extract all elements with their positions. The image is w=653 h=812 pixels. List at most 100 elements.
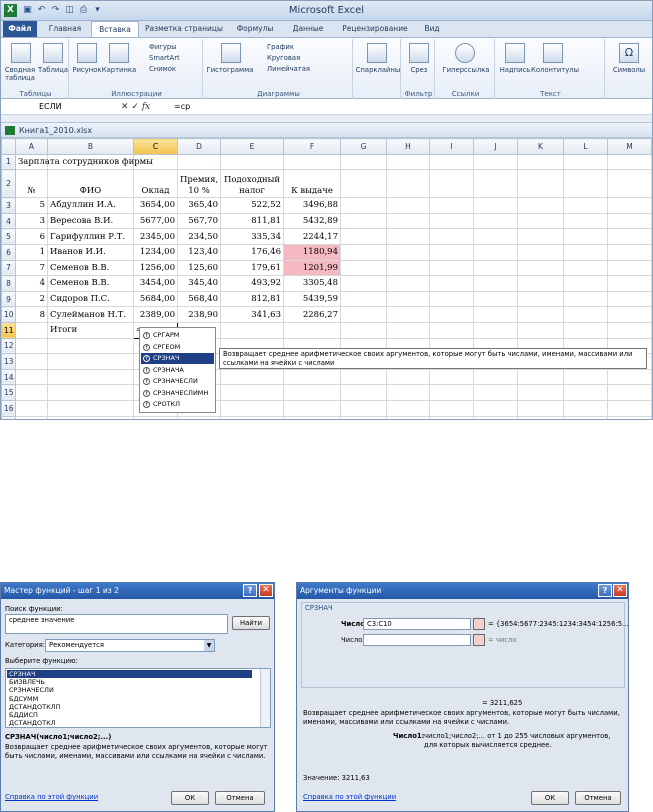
cell[interactable]: Сидоров П.С. <box>47 290 134 308</box>
cell[interactable] <box>429 259 474 277</box>
screenshot-button[interactable]: Снимок <box>149 65 176 73</box>
cell[interactable]: 234,50 <box>177 228 221 245</box>
insert-function-icon[interactable]: fx <box>142 102 150 112</box>
row-header[interactable]: 10 <box>1 306 16 323</box>
cell[interactable] <box>340 228 387 245</box>
cell[interactable] <box>517 197 564 214</box>
arg1-input[interactable]: C3:C10 <box>363 618 471 630</box>
cell[interactable]: 8 <box>15 306 48 323</box>
cell[interactable] <box>563 290 608 308</box>
category-select[interactable]: Рекомендуется <box>45 639 215 652</box>
cell[interactable]: 1 <box>15 243 48 261</box>
cell[interactable] <box>607 243 652 261</box>
cell[interactable] <box>563 228 608 245</box>
cell[interactable] <box>283 368 341 386</box>
cell[interactable] <box>517 259 564 277</box>
cell[interactable] <box>563 321 608 339</box>
cancel-icon[interactable]: ✕ <box>121 102 129 112</box>
cell[interactable] <box>607 290 652 308</box>
column-header[interactable]: B <box>47 138 134 155</box>
cell[interactable]: 3454,00 <box>133 275 178 292</box>
cell[interactable]: 1234,00 <box>133 243 178 261</box>
column-header[interactable]: L <box>563 138 608 155</box>
cell[interactable]: Оклад <box>133 169 178 199</box>
row-header[interactable]: 16 <box>1 399 16 417</box>
cell[interactable] <box>386 243 430 261</box>
list-item[interactable]: СРЗНАЧЕСЛИ <box>7 686 252 694</box>
column-header[interactable]: F <box>283 138 341 155</box>
cell[interactable] <box>473 259 518 277</box>
cell[interactable] <box>220 153 284 171</box>
cell[interactable] <box>283 321 341 339</box>
cell[interactable] <box>340 384 387 401</box>
cell[interactable]: Абдуллин И.А. <box>47 197 134 214</box>
cell[interactable] <box>340 243 387 261</box>
cell[interactable]: 4 <box>15 275 48 292</box>
cell[interactable] <box>386 321 430 339</box>
cell[interactable] <box>386 399 430 417</box>
cell[interactable] <box>15 337 48 355</box>
cell[interactable] <box>563 275 608 292</box>
cell[interactable]: 1180,94 <box>283 243 341 261</box>
collapse-dialog-icon[interactable] <box>473 618 485 630</box>
cell[interactable] <box>517 415 564 419</box>
cell[interactable] <box>429 384 474 401</box>
cell[interactable] <box>563 415 608 419</box>
cell[interactable] <box>517 368 564 386</box>
cell[interactable]: ФИО <box>47 169 134 199</box>
cell[interactable] <box>340 306 387 323</box>
name-box[interactable]: ЕСЛИ <box>29 101 117 113</box>
cell[interactable] <box>607 228 652 245</box>
cell[interactable] <box>607 399 652 417</box>
find-button[interactable]: Найти <box>232 616 270 630</box>
cell[interactable] <box>47 415 134 419</box>
ok-button[interactable]: ОК <box>171 791 209 805</box>
close-icon[interactable]: ✕ <box>613 584 627 597</box>
cell[interactable] <box>473 415 518 419</box>
cell[interactable] <box>15 399 48 417</box>
cell[interactable]: 811,81 <box>220 212 284 230</box>
cell[interactable] <box>386 228 430 245</box>
column-header[interactable]: C <box>133 138 178 155</box>
cell[interactable] <box>386 415 430 419</box>
formula-input[interactable]: =ср <box>174 101 190 113</box>
cell[interactable] <box>607 384 652 401</box>
cell[interactable]: 568,40 <box>177 290 221 308</box>
cell[interactable]: 176,46 <box>220 243 284 261</box>
row-header[interactable]: 12 <box>1 337 16 355</box>
cell[interactable]: 2244,17 <box>283 228 341 245</box>
header-footer-button[interactable]: Колонтитулы <box>531 66 579 74</box>
list-item[interactable]: БДСУММ <box>7 695 252 703</box>
search-input[interactable]: среднее значение <box>5 614 228 634</box>
row-header[interactable]: 3 <box>1 197 16 214</box>
cell[interactable] <box>607 212 652 230</box>
cell[interactable]: Итоги <box>47 321 134 339</box>
cell[interactable]: Подоходный налог <box>220 169 284 199</box>
cell[interactable] <box>473 399 518 417</box>
cell[interactable] <box>220 368 284 386</box>
cancel-button[interactable]: Отмена <box>575 791 621 805</box>
cell[interactable] <box>386 306 430 323</box>
cell[interactable] <box>220 415 284 419</box>
cell[interactable] <box>429 368 474 386</box>
cell[interactable]: 341,63 <box>220 306 284 323</box>
cell[interactable]: 3305,48 <box>283 275 341 292</box>
cell[interactable] <box>607 169 652 199</box>
cell[interactable]: 6 <box>15 228 48 245</box>
cell[interactable] <box>473 153 518 171</box>
collapse-dialog-icon[interactable] <box>473 634 485 646</box>
cell[interactable]: Вересова В.И. <box>47 212 134 230</box>
cell[interactable]: 238,90 <box>177 306 221 323</box>
list-item[interactable]: СРЗНАЧ <box>7 670 252 678</box>
row-header[interactable]: 9 <box>1 290 16 308</box>
cell[interactable]: 2 <box>15 290 48 308</box>
column-header[interactable]: M <box>607 138 652 155</box>
cell[interactable] <box>607 368 652 386</box>
cell[interactable] <box>429 228 474 245</box>
select-all-corner[interactable] <box>1 138 16 155</box>
cell[interactable]: 3496,88 <box>283 197 341 214</box>
tab-data[interactable]: Данные <box>283 21 333 37</box>
tab-insert[interactable]: Вставка <box>91 21 139 38</box>
cell[interactable] <box>607 321 652 339</box>
cell[interactable] <box>283 153 341 171</box>
